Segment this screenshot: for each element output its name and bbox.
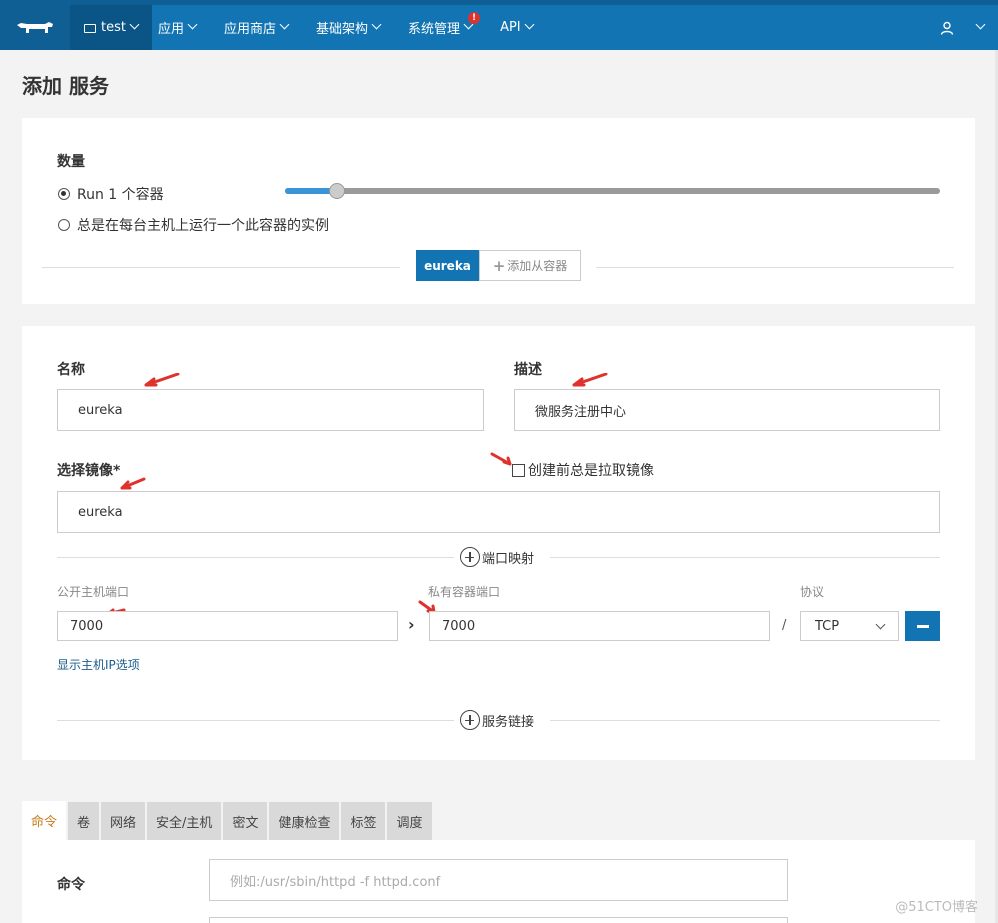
command-label: 命令 [57, 877, 85, 893]
tab-command[interactable]: 命令 [22, 801, 67, 840]
remove-port-button[interactable] [905, 611, 940, 641]
chevron-down-icon [129, 19, 140, 30]
radio-unchecked-icon [58, 219, 70, 231]
page-title: 添加 服务 [22, 74, 109, 98]
slider-handle[interactable] [329, 183, 345, 199]
tab-volumes[interactable]: 卷 [68, 802, 100, 840]
tab-security-host[interactable]: 安全/主机 [147, 802, 222, 840]
chevron-down-icon [975, 19, 986, 30]
public-port-input[interactable]: 7000 [57, 611, 398, 641]
divider [550, 720, 940, 721]
nav-catalog[interactable]: 应用商店 [224, 18, 290, 37]
private-port-input[interactable]: 7000 [429, 611, 770, 641]
port-map-label: 端口映射 [482, 551, 535, 567]
tab-labels[interactable]: 标签 [341, 802, 386, 840]
env-name: test [101, 20, 126, 35]
red-arrow-annotation [572, 373, 608, 387]
description-label: 描述 [514, 362, 542, 378]
name-input[interactable]: eureka [57, 389, 484, 431]
alert-badge: ! [468, 12, 481, 24]
scale-card: 数量 Run 1 个容器 总是在每台主机上运行一个此容器的实例 eureka +… [22, 118, 975, 304]
tab-network[interactable]: 网络 [101, 802, 146, 840]
nav-api-label: API [500, 20, 521, 35]
cow-logo-icon [17, 21, 53, 33]
radio-each-host[interactable]: 总是在每台主机上运行一个此容器的实例 [58, 215, 329, 235]
chevron-down-icon [187, 19, 198, 30]
command-card: 命令 例如:/usr/sbin/httpd -f httpd.conf [22, 840, 975, 923]
divider [550, 557, 940, 558]
tab-secrets[interactable]: 密文 [223, 802, 268, 840]
config-tabs: 命令 卷 网络 安全/主机 密文 健康检查 标签 调度 [22, 801, 434, 840]
circle-plus-icon [460, 547, 480, 567]
add-sidekick-label: 添加从容器 [507, 259, 568, 273]
divider [596, 267, 954, 268]
protocol-label: 协议 [800, 585, 825, 599]
divider [57, 557, 454, 558]
nav-infrastructure[interactable]: 基础架构 [316, 18, 382, 37]
main-nav: 应用 应用商店 基础架构 系统管理! API [158, 5, 561, 50]
port-map-add-button[interactable]: 端口映射 [460, 547, 534, 567]
env-icon [84, 24, 96, 33]
nav-infrastructure-label: 基础架构 [316, 22, 369, 37]
red-arrow-annotation [490, 452, 512, 466]
radio-run-label: Run 1 个容器 [77, 187, 164, 203]
user-icon [940, 21, 954, 35]
chevron-down-icon [371, 19, 382, 30]
public-port-label: 公开主机端口 [57, 585, 130, 599]
top-navbar: test 应用 应用商店 基础架构 系统管理! API [0, 0, 998, 50]
add-sidekick-button[interactable]: + 添加从容器 [479, 250, 581, 281]
radio-run-count[interactable]: Run 1 个容器 [58, 184, 164, 204]
port-separator: / [782, 618, 787, 633]
plus-icon: + [492, 256, 506, 275]
minus-icon [916, 624, 929, 628]
scale-label: 数量 [57, 154, 85, 170]
environment-switcher[interactable]: test [70, 5, 152, 50]
scale-slider[interactable] [285, 183, 940, 199]
entrypoint-input[interactable] [209, 917, 788, 923]
protocol-value: TCP [815, 618, 840, 634]
chevron-down-icon [875, 619, 886, 630]
tab-scheduling[interactable]: 调度 [387, 802, 432, 840]
description-input[interactable]: 微服务注册中心 [514, 389, 940, 431]
service-links-label: 服务链接 [482, 714, 535, 730]
red-arrow-annotation [144, 373, 180, 387]
pull-image-checkbox[interactable]: 创建前总是拉取镜像 [512, 460, 654, 480]
red-arrow-annotation [120, 477, 146, 490]
user-menu[interactable] [940, 5, 998, 50]
name-label: 名称 [57, 362, 85, 378]
nav-api[interactable]: API [500, 19, 535, 35]
pull-image-label: 创建前总是拉取镜像 [528, 463, 654, 479]
watermark: @51CTO博客 [895, 900, 978, 915]
service-form-card: 名称 eureka 描述 微服务注册中心 选择镜像* 创建前总是拉取镜像 eur… [22, 326, 975, 760]
nav-catalog-label: 应用商店 [224, 22, 277, 37]
checkbox-icon [512, 463, 525, 477]
protocol-select[interactable]: TCP [800, 611, 899, 641]
rancher-logo[interactable] [0, 5, 70, 50]
nav-admin[interactable]: 系统管理! [408, 12, 481, 37]
divider [57, 720, 454, 721]
container-tab-eureka[interactable]: eureka [416, 250, 479, 281]
service-links-add-button[interactable]: 服务链接 [460, 710, 534, 730]
tab-health-check[interactable]: 健康检查 [269, 802, 340, 840]
chevron-down-icon [524, 19, 535, 30]
chevron-down-icon [279, 19, 290, 30]
circle-plus-icon [460, 710, 480, 730]
nav-admin-label: 系统管理 [408, 22, 461, 37]
divider [42, 267, 400, 268]
image-label: 选择镜像* [57, 463, 121, 479]
radio-each-host-label: 总是在每台主机上运行一个此容器的实例 [77, 218, 329, 234]
private-port-label: 私有容器端口 [428, 585, 501, 599]
nav-apps[interactable]: 应用 [158, 18, 198, 37]
radio-checked-icon [58, 188, 70, 200]
image-input[interactable]: eureka [57, 491, 940, 533]
show-host-ip-link[interactable]: 显示主机IP选项 [57, 656, 140, 673]
command-input[interactable]: 例如:/usr/sbin/httpd -f httpd.conf [209, 859, 788, 901]
chevron-right-icon: › [408, 615, 415, 634]
nav-apps-label: 应用 [158, 22, 185, 37]
